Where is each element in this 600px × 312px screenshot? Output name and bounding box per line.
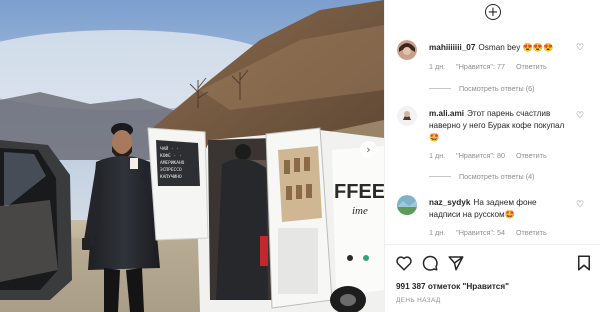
- post-actions-bar: 991 387 отметок "Нравится" ДЕНЬ НАЗАД: [385, 244, 600, 312]
- post-photo[interactable]: ЧАЙ · · КОФЕ · · АМЕРИКАНО ЭСПРЕССО КАПУ…: [0, 0, 384, 312]
- share-send-icon[interactable]: [447, 254, 465, 272]
- comment-like-count[interactable]: "Нравится": 80: [456, 151, 505, 160]
- comment-username[interactable]: mahiiiiiii_07: [429, 43, 475, 52]
- comment-reply-button[interactable]: Ответить: [516, 151, 547, 160]
- menu-line-4: ЭСПРЕССО: [160, 167, 182, 173]
- load-more-comments-icon[interactable]: +: [485, 4, 501, 20]
- post-image: ЧАЙ · · КОФЕ · · АМЕРИКАНО ЭСПРЕССО КАПУ…: [0, 0, 384, 312]
- bookmark-icon[interactable]: [575, 254, 593, 272]
- view-replies-button[interactable]: Посмотреть ответы (4): [429, 172, 535, 181]
- comment-like-count[interactable]: "Нравится": 77: [456, 62, 505, 71]
- avatar[interactable]: [397, 106, 417, 126]
- post-timestamp[interactable]: ДЕНЬ НАЗАД: [396, 297, 441, 304]
- comment-time[interactable]: 1 дн.: [429, 62, 445, 71]
- menu-line-2: КОФЕ · ·: [160, 153, 182, 159]
- view-replies-button[interactable]: Посмотреть ответы (6): [429, 84, 535, 93]
- post-like-count[interactable]: 991 387 отметок "Нравится": [396, 282, 509, 291]
- comment-like-icon[interactable]: ♡: [576, 111, 584, 121]
- avatar[interactable]: [397, 195, 417, 215]
- comment-reply-button[interactable]: Ответить: [516, 62, 547, 71]
- comment-time[interactable]: 1 дн.: [429, 151, 445, 160]
- van-sign-coffee: FFEE: [334, 181, 384, 203]
- comments-panel: + mahiiiiiii_07 Osman bey 😍😍😍 ♡ 1 дн. "Нра…: [384, 0, 600, 312]
- view-replies-label: Посмотреть ответы (6): [459, 84, 535, 93]
- comment-bubble-icon[interactable]: [421, 254, 439, 272]
- view-replies-label: Посмотреть ответы (4): [459, 172, 535, 181]
- comment-like-icon[interactable]: ♡: [576, 43, 584, 53]
- van-sign-time: ime: [352, 205, 368, 217]
- avatar[interactable]: [397, 40, 417, 60]
- menu-line-3: АМЕРИКАНО: [160, 160, 185, 166]
- comment-like-count[interactable]: "Нравится": 54: [456, 228, 505, 237]
- comment-like-icon[interactable]: ♡: [576, 200, 584, 210]
- likes-label: отметок "Нравится": [427, 282, 510, 291]
- carousel-next-button[interactable]: ›: [360, 141, 377, 158]
- likes-number: 991 387: [396, 282, 426, 291]
- comment-text: Osman bey 😍😍😍: [478, 43, 554, 52]
- menu-line-5: КАПУЧИНО: [160, 174, 182, 180]
- like-heart-icon[interactable]: [395, 254, 413, 272]
- comment-username[interactable]: naz_sydyk: [429, 198, 470, 207]
- comment-reply-button[interactable]: Ответить: [516, 228, 547, 237]
- divider: [429, 88, 451, 89]
- comment-username[interactable]: m.ali.ami: [429, 109, 464, 118]
- divider: [429, 176, 451, 177]
- menu-line-1: ЧАЙ · ·: [160, 145, 179, 152]
- comment-time[interactable]: 1 дн.: [429, 228, 445, 237]
